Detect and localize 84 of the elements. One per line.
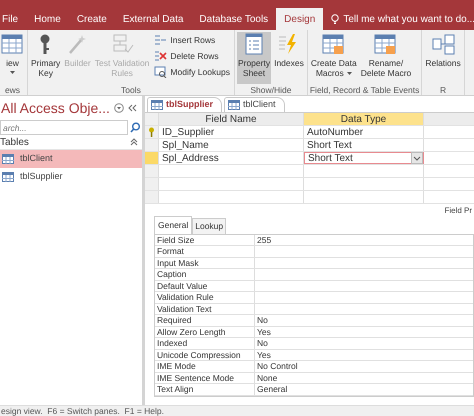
table-cell[interactable]: Spl_Name <box>159 139 304 151</box>
table-cell[interactable]: Short Text <box>304 139 424 151</box>
property-label: IME Mode <box>155 361 255 372</box>
table-cell[interactable]: AutoNumber <box>304 126 424 138</box>
dropdown-icon <box>114 103 124 113</box>
ribbon-button[interactable]: Rename/ Delete Macro <box>360 32 412 84</box>
property-value[interactable]: No <box>255 315 473 326</box>
row-selector[interactable] <box>145 126 159 138</box>
property-label: IME Sentence Mode <box>155 372 255 384</box>
property-value[interactable]: 255 <box>255 234 473 246</box>
chevron-down-icon <box>413 156 421 160</box>
ribbon-button[interactable]: Insert Rows <box>152 33 232 48</box>
dropdown-field[interactable]: Short Text <box>304 152 424 164</box>
caret-icon <box>10 71 15 74</box>
nav-item[interactable]: tblClient <box>0 150 142 168</box>
ribbon-button[interactable]: Property Sheet <box>236 32 272 84</box>
property-label: Indexed <box>155 338 255 349</box>
table-macro-icon <box>322 33 346 56</box>
search-field[interactable]: arch... <box>0 120 128 135</box>
group-label: R <box>438 84 448 95</box>
insert-rows-icon <box>154 34 168 46</box>
table-icon <box>151 100 163 110</box>
caret-icon <box>346 72 352 76</box>
lookup-icon <box>154 66 168 78</box>
ribbon-button[interactable]: Modify Lookups <box>152 64 232 80</box>
ribbon-tab[interactable]: Design <box>276 8 324 30</box>
collapse-icon <box>128 104 137 112</box>
ribbon-button[interactable]: Indexes <box>273 32 305 84</box>
property-value[interactable]: No Control <box>255 361 473 372</box>
search-icon <box>130 122 140 133</box>
property-label: Field Size <box>155 234 255 246</box>
delete-rows-icon <box>154 50 168 62</box>
table-macro-icon <box>374 33 398 56</box>
property-value[interactable]: No <box>255 338 473 349</box>
key-icon <box>148 127 155 137</box>
column-header: Data Type <box>304 113 424 125</box>
ribbon-tab[interactable]: External Data <box>114 8 192 30</box>
property-value[interactable]: Yes <box>255 326 473 338</box>
ribbon-button[interactable]: Delete Rows <box>152 48 232 64</box>
property-value[interactable]: General <box>255 384 473 395</box>
table-cell[interactable]: Spl_Address <box>159 152 304 164</box>
property-label: Format <box>155 246 255 257</box>
pane-title: All Access Obje... <box>1 98 110 118</box>
property-label: Text Align <box>155 384 255 395</box>
collapse-icon <box>130 138 138 146</box>
group-label: ews <box>4 84 22 95</box>
ribbon-button[interactable]: Relations <box>424 32 462 84</box>
property-label: Input Mask <box>155 258 255 268</box>
property-label: Unicode Compression <box>155 350 255 360</box>
property-label: Validation Text <box>155 304 255 314</box>
properties-tab[interactable]: General <box>154 216 192 234</box>
property-label: Caption <box>155 269 255 280</box>
document-tab[interactable]: tblClient <box>224 97 285 112</box>
lightbulb-icon <box>331 14 340 24</box>
relationships-icon <box>432 33 455 56</box>
group-label: Show/Hide <box>249 84 292 95</box>
ribbon-tab[interactable]: File <box>0 8 26 30</box>
ribbon-tab[interactable]: Database Tools <box>191 8 276 30</box>
properties-tab[interactable]: Lookup <box>192 218 226 234</box>
group-label: Field, Record & Table Events <box>310 84 420 95</box>
document-tab[interactable]: tblSupplier <box>147 97 222 112</box>
property-label: Default Value <box>155 280 255 292</box>
table-cell[interactable]: ID_Supplier <box>159 126 304 138</box>
status-text: esign view. F6 = Switch panes. F1 = Help. <box>1 406 164 416</box>
property-label: Validation Rule <box>155 292 255 303</box>
ribbon-button[interactable]: iew <box>0 32 25 84</box>
property-value[interactable]: Yes <box>255 350 473 360</box>
column-header: Field Name <box>159 113 304 125</box>
property-label: Required <box>155 315 255 326</box>
ribbon-button[interactable]: Create Data Macros <box>310 32 358 84</box>
table-icon <box>228 100 240 110</box>
section-title: Field Pr <box>444 206 472 215</box>
ribbon-tab[interactable]: Home <box>26 8 69 30</box>
table-icon <box>2 154 14 164</box>
ribbon-button[interactable]: Primary Key <box>30 32 62 84</box>
property-value[interactable]: None <box>255 372 473 384</box>
table-icon <box>1 33 24 56</box>
property-label: Allow Zero Length <box>155 326 255 338</box>
table-icon <box>2 172 14 182</box>
section-header[interactable]: Tables <box>0 134 29 150</box>
tell-me-text[interactable]: Tell me what you want to do... <box>343 12 474 26</box>
group-label: Tools <box>120 84 142 95</box>
nav-item[interactable]: tblSupplier <box>0 168 142 186</box>
ribbon-tab[interactable]: Create <box>68 8 115 30</box>
